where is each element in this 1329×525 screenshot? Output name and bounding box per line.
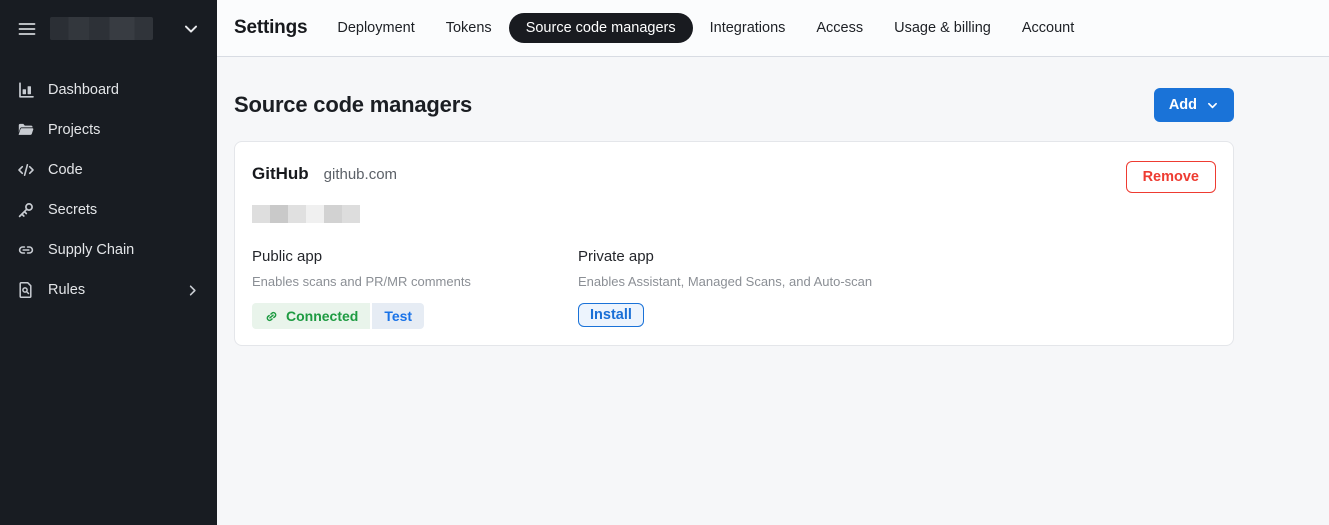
sidebar-item-dashboard[interactable]: Dashboard bbox=[0, 70, 217, 110]
github-scm-card: GitHub github.com Remove Public app Enab… bbox=[234, 141, 1234, 346]
sidebar-item-label: Projects bbox=[48, 122, 100, 138]
sidebar-item-supply-chain[interactable]: Supply Chain bbox=[0, 230, 217, 270]
sidebar-item-label: Secrets bbox=[48, 202, 97, 218]
content: Source code managers Add GitHub github.c… bbox=[217, 57, 1329, 525]
sidebar: Dashboard Projects Code Secrets bbox=[0, 0, 217, 525]
redacted-pixel bbox=[270, 205, 288, 223]
code-icon bbox=[17, 161, 35, 179]
sidebar-item-label: Supply Chain bbox=[48, 242, 134, 258]
private-app-section: Private app Enables Assistant, Managed S… bbox=[578, 248, 872, 329]
apps-row: Public app Enables scans and PR/MR comme… bbox=[252, 248, 1216, 329]
private-app-description: Enables Assistant, Managed Scans, and Au… bbox=[578, 274, 872, 289]
main-area: Settings Deployment Tokens Source code m… bbox=[217, 0, 1329, 525]
chain-link-icon bbox=[264, 309, 279, 324]
sidebar-item-label: Dashboard bbox=[48, 82, 119, 98]
page-title: Source code managers bbox=[234, 92, 472, 118]
card-header: GitHub github.com bbox=[252, 164, 1216, 184]
public-app-section: Public app Enables scans and PR/MR comme… bbox=[252, 248, 578, 329]
private-app-actions: Install bbox=[578, 303, 872, 327]
sidebar-nav: Dashboard Projects Code Secrets bbox=[0, 70, 217, 310]
chart-icon bbox=[17, 81, 35, 99]
page-head: Source code managers Add bbox=[234, 88, 1234, 122]
tab-usage-billing[interactable]: Usage & billing bbox=[880, 13, 1005, 43]
remove-button[interactable]: Remove bbox=[1126, 161, 1216, 193]
connected-status-badge: Connected bbox=[252, 303, 370, 329]
rules-icon bbox=[17, 281, 35, 299]
public-app-description: Enables scans and PR/MR comments bbox=[252, 274, 578, 289]
public-app-title: Public app bbox=[252, 248, 578, 265]
app-window: Dashboard Projects Code Secrets bbox=[0, 0, 1329, 525]
sidebar-item-projects[interactable]: Projects bbox=[0, 110, 217, 150]
hamburger-menu-icon[interactable] bbox=[17, 19, 37, 39]
redacted-text-block bbox=[252, 205, 1216, 223]
org-name-redacted bbox=[50, 17, 153, 40]
connected-badge-group: Connected Test bbox=[252, 303, 424, 329]
tab-source-code-managers[interactable]: Source code managers bbox=[509, 13, 693, 43]
add-button-label: Add bbox=[1169, 97, 1197, 113]
page-section-title: Settings bbox=[234, 17, 307, 39]
tab-integrations[interactable]: Integrations bbox=[696, 13, 800, 43]
connected-status-label: Connected bbox=[286, 308, 358, 324]
sidebar-header bbox=[0, 0, 217, 57]
redacted-pixel bbox=[324, 205, 342, 223]
tab-tokens[interactable]: Tokens bbox=[432, 13, 506, 43]
redacted-pixel bbox=[252, 205, 270, 223]
sidebar-item-secrets[interactable]: Secrets bbox=[0, 190, 217, 230]
key-icon bbox=[17, 201, 35, 219]
tab-account[interactable]: Account bbox=[1008, 13, 1088, 43]
sidebar-item-label: Rules bbox=[48, 282, 85, 298]
redacted-pixel bbox=[306, 205, 324, 223]
redacted-pixel bbox=[342, 205, 360, 223]
test-button[interactable]: Test bbox=[372, 303, 424, 329]
add-button[interactable]: Add bbox=[1154, 88, 1234, 122]
install-button[interactable]: Install bbox=[578, 303, 644, 327]
public-app-actions: Connected Test bbox=[252, 303, 578, 329]
sidebar-item-label: Code bbox=[48, 162, 83, 178]
sidebar-item-code[interactable]: Code bbox=[0, 150, 217, 190]
sidebar-item-rules[interactable]: Rules bbox=[0, 270, 217, 310]
org-switcher-chevron-down-icon[interactable] bbox=[182, 20, 200, 38]
provider-host: github.com bbox=[324, 166, 397, 183]
redacted-pixel bbox=[288, 205, 306, 223]
private-app-title: Private app bbox=[578, 248, 872, 265]
link-icon bbox=[17, 241, 35, 259]
folder-icon bbox=[17, 121, 35, 139]
chevron-right-icon bbox=[185, 283, 200, 298]
settings-header: Settings Deployment Tokens Source code m… bbox=[217, 0, 1329, 57]
tab-access[interactable]: Access bbox=[802, 13, 877, 43]
chevron-down-icon bbox=[1206, 99, 1219, 112]
provider-name: GitHub bbox=[252, 164, 309, 184]
tab-deployment[interactable]: Deployment bbox=[323, 13, 428, 43]
